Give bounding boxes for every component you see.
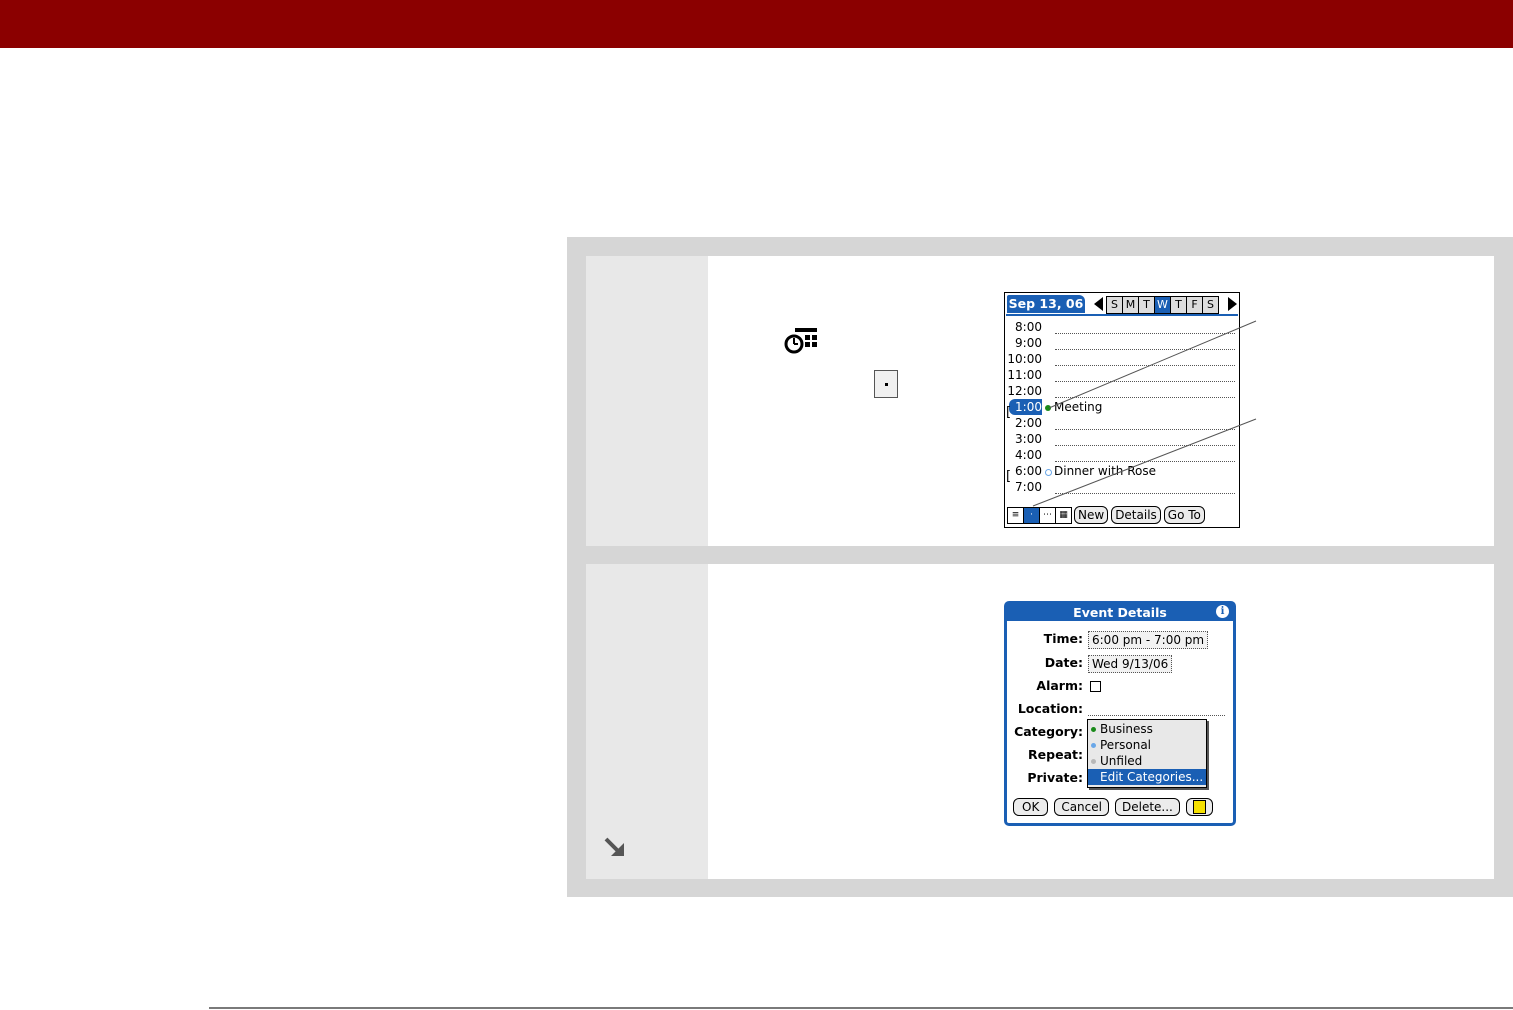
- steps-panel: Sep 13, 06 SMTWTFS 8:00 9:00 10:00 11:00 12:…: [567, 237, 1513, 897]
- date-label: Date:: [1044, 655, 1083, 670]
- category-option[interactable]: Business: [1088, 721, 1206, 737]
- alarm-label: Alarm:: [1036, 678, 1083, 693]
- footer-rule: [209, 1007, 1513, 1009]
- dialog-title: Event Details: [1007, 604, 1233, 621]
- category-option[interactable]: Edit Categories...: [1088, 769, 1206, 785]
- time-label: Time:: [1043, 631, 1083, 646]
- category-dot-icon: [1091, 727, 1096, 732]
- callout-lines: [1032, 320, 1257, 507]
- dialog-footer: OK Cancel Delete...: [1013, 798, 1219, 816]
- arrow-down-right-icon: [604, 837, 624, 856]
- category-dot-icon: [1091, 743, 1096, 748]
- step-1: Sep 13, 06 SMTWTFS 8:00 9:00 10:00 11:00 12:…: [586, 256, 1494, 546]
- date-field[interactable]: Wed 9/13/06: [1088, 655, 1173, 673]
- category-option[interactable]: Personal: [1088, 737, 1206, 753]
- time-field[interactable]: 6:00 pm - 7:00 pm: [1088, 631, 1209, 649]
- step-2: Event Details i Time: 6:00 pm - 7:00 pm …: [586, 564, 1494, 879]
- category-label: Category:: [1014, 724, 1083, 739]
- category-option-label: Personal: [1100, 738, 1152, 752]
- ok-button[interactable]: OK: [1013, 798, 1049, 816]
- category-option-label: Edit Categories...: [1100, 770, 1204, 784]
- header-bar: [0, 0, 1513, 48]
- category-option-label: Unfiled: [1100, 754, 1143, 768]
- category-option[interactable]: Unfiled: [1088, 753, 1206, 769]
- category-dot-icon: [1091, 759, 1096, 764]
- note-icon: [1192, 800, 1206, 814]
- private-label: Private:: [1027, 770, 1083, 785]
- cancel-button[interactable]: Cancel: [1054, 798, 1109, 816]
- location-field[interactable]: [1088, 715, 1225, 716]
- repeat-label: Repeat:: [1028, 747, 1083, 762]
- event-details-dialog: Event Details i Time: 6:00 pm - 7:00 pm …: [1004, 601, 1236, 826]
- location-label: Location:: [1017, 701, 1083, 716]
- category-option-label: Business: [1100, 722, 1153, 736]
- step-number-cell: [586, 564, 708, 879]
- category-dropdown-list: Business Personal Unfiled Edit Categories..…: [1087, 719, 1207, 788]
- alarm-checkbox[interactable]: [1090, 681, 1101, 692]
- delete-button[interactable]: Delete...: [1114, 798, 1180, 816]
- note-button[interactable]: [1185, 798, 1213, 816]
- info-icon[interactable]: i: [1216, 605, 1229, 618]
